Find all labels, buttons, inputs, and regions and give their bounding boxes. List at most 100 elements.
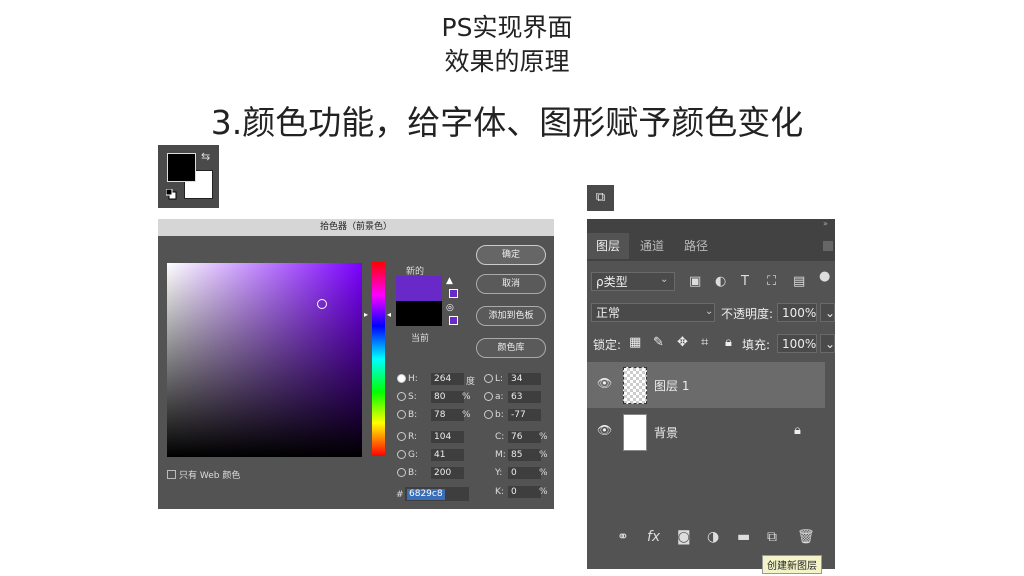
lock-position-icon[interactable]: ✥	[677, 335, 688, 350]
add-to-swatches-button[interactable]: 添加到色板	[476, 306, 546, 326]
opacity-label: 不透明度:	[721, 307, 774, 321]
chevron-down-icon[interactable]: ⌄	[705, 306, 713, 317]
color-libraries-button[interactable]: 颜色库	[476, 338, 546, 358]
rgb-b-radio[interactable]	[397, 468, 406, 477]
a-field[interactable]: 63	[508, 391, 541, 403]
filter-toggle-icon[interactable]: ●	[819, 269, 830, 284]
fill-field[interactable]: 100%	[777, 334, 817, 353]
rgb-b-field[interactable]: 200	[431, 467, 464, 479]
lab-b-radio[interactable]	[484, 410, 493, 419]
tab-layers[interactable]: 图层	[587, 233, 630, 259]
blend-mode-select[interactable]: 正常	[591, 303, 715, 322]
panel-menu-icon[interactable]	[823, 241, 833, 251]
hue-slider[interactable]	[372, 262, 385, 456]
b-field[interactable]: 78	[431, 409, 464, 421]
web-colors-checkbox[interactable]	[167, 470, 176, 479]
fill-dropdown-icon[interactable]: ⌄	[820, 334, 835, 353]
cancel-button[interactable]: 取消	[476, 274, 546, 294]
ok-button[interactable]: 确定	[476, 245, 546, 265]
hex-value[interactable]: 6829c8	[407, 489, 445, 500]
shape-filter-icon[interactable]: ⛶	[767, 274, 776, 289]
adjustment-icon[interactable]: ◑	[707, 529, 719, 545]
fx-icon[interactable]: fx	[647, 529, 660, 545]
color-field-cursor[interactable]	[317, 299, 327, 309]
r-field[interactable]: 104	[431, 431, 464, 443]
color-field[interactable]	[167, 263, 362, 457]
layer-thumbnail	[623, 414, 647, 451]
image-filter-icon[interactable]: ▣	[689, 274, 701, 289]
smart-object-filter-icon[interactable]: ▤	[793, 274, 805, 289]
lab-b-field[interactable]: -77	[508, 409, 541, 421]
panel-collapse-icon[interactable]: »	[823, 219, 828, 228]
fill-label: 填充:	[742, 338, 771, 352]
mask-icon[interactable]: ◙	[677, 529, 691, 545]
lock-all-icon[interactable]: 🔒︎	[725, 335, 732, 350]
web-safe-color-chip[interactable]	[449, 316, 458, 325]
gamut-color-chip[interactable]	[449, 289, 458, 298]
lock-artboard-icon[interactable]: ⌗	[701, 335, 708, 350]
rgb-b-label: B:	[408, 468, 418, 478]
m-unit: %	[539, 450, 548, 460]
foreground-color-swatch[interactable]	[167, 153, 196, 182]
folder-icon[interactable]: ▬	[737, 529, 750, 545]
c-unit: %	[539, 432, 548, 442]
lock-icon[interactable]: 🔒︎	[794, 423, 801, 438]
m-label: M:	[495, 450, 506, 460]
chevron-down-icon[interactable]: ⌄	[660, 274, 668, 285]
layer-name[interactable]: 背景	[654, 424, 678, 441]
visibility-eye-icon[interactable]: 👁︎	[597, 376, 612, 390]
y-unit: %	[539, 468, 548, 478]
default-colors-icon[interactable]	[166, 189, 177, 200]
g-field[interactable]: 41	[431, 449, 464, 461]
tooltip: 创建新图层	[762, 555, 822, 574]
layer-name[interactable]: 图层 1	[654, 377, 689, 394]
hue-slider-right-arrow-icon[interactable]: ◂	[387, 310, 391, 319]
g-radio[interactable]	[397, 450, 406, 459]
opacity-field[interactable]: 100%	[777, 303, 817, 322]
color-picker-dialog: 拾色器（前景色） ▸ ◂ 新的 当前 ▲ ◎ 确定 取消 添加到色板 颜色库 H…	[158, 219, 554, 509]
layers-panel: » 图层 通道 路径 ρ类型 ⌄ ▣ ◐ T ⛶ ▤ ● 正常 ⌄ 不透明度: …	[587, 219, 835, 569]
y-field[interactable]: 0	[508, 467, 541, 479]
a-label: a:	[495, 392, 504, 402]
lock-transparency-icon[interactable]: ▦	[629, 335, 641, 350]
new-color-preview	[396, 276, 442, 301]
r-radio[interactable]	[397, 432, 406, 441]
tab-paths[interactable]: 路径	[675, 233, 717, 259]
layer-row-selected[interactable]: 👁︎ 图层 1	[587, 362, 825, 408]
k-field[interactable]: 0	[508, 486, 541, 498]
slide-title-line2: 效果的原理	[444, 47, 570, 76]
adjustment-filter-icon[interactable]: ◐	[715, 274, 726, 289]
h-field[interactable]: 264	[431, 373, 464, 385]
m-field[interactable]: 85	[508, 449, 541, 461]
link-icon[interactable]: ⚭	[617, 529, 629, 545]
tab-channels[interactable]: 通道	[631, 233, 673, 259]
slide-subtitle: 3.颜色功能，给字体、图形赋予颜色变化	[210, 103, 804, 142]
hex-label: #	[396, 490, 404, 500]
current-color-preview[interactable]	[396, 301, 442, 326]
opacity-dropdown-icon[interactable]: ⌄	[820, 303, 835, 322]
l-field[interactable]: 34	[508, 373, 541, 385]
trash-icon[interactable]: 🗑︎	[797, 529, 815, 545]
slide-title: PS实现界面	[441, 13, 573, 42]
web-safe-cube-icon[interactable]: ◎	[446, 303, 454, 313]
layer-thumbnail	[623, 367, 647, 404]
r-label: R:	[408, 432, 418, 442]
visibility-eye-icon[interactable]: 👁︎	[597, 423, 612, 437]
layer-row[interactable]: 👁︎ 背景 🔒︎	[587, 409, 825, 455]
text-filter-icon[interactable]: T	[741, 274, 749, 289]
l-radio[interactable]	[484, 374, 493, 383]
s-radio[interactable]	[397, 392, 406, 401]
swap-arrows-icon[interactable]: ⇆	[201, 150, 210, 163]
hue-slider-left-arrow-icon[interactable]: ▸	[364, 310, 368, 319]
b-unit: %	[462, 410, 471, 420]
new-layer-icon: ⧉	[587, 185, 614, 211]
h-radio[interactable]	[397, 374, 406, 383]
b-radio[interactable]	[397, 410, 406, 419]
gamut-warning-icon[interactable]: ▲	[446, 276, 453, 286]
s-field[interactable]: 80	[431, 391, 464, 403]
new-layer-icon[interactable]: ⧉	[767, 529, 777, 545]
k-label: K:	[495, 487, 504, 497]
lock-paint-icon[interactable]: ✎	[653, 335, 664, 350]
c-field[interactable]: 76	[508, 431, 541, 443]
a-radio[interactable]	[484, 392, 493, 401]
